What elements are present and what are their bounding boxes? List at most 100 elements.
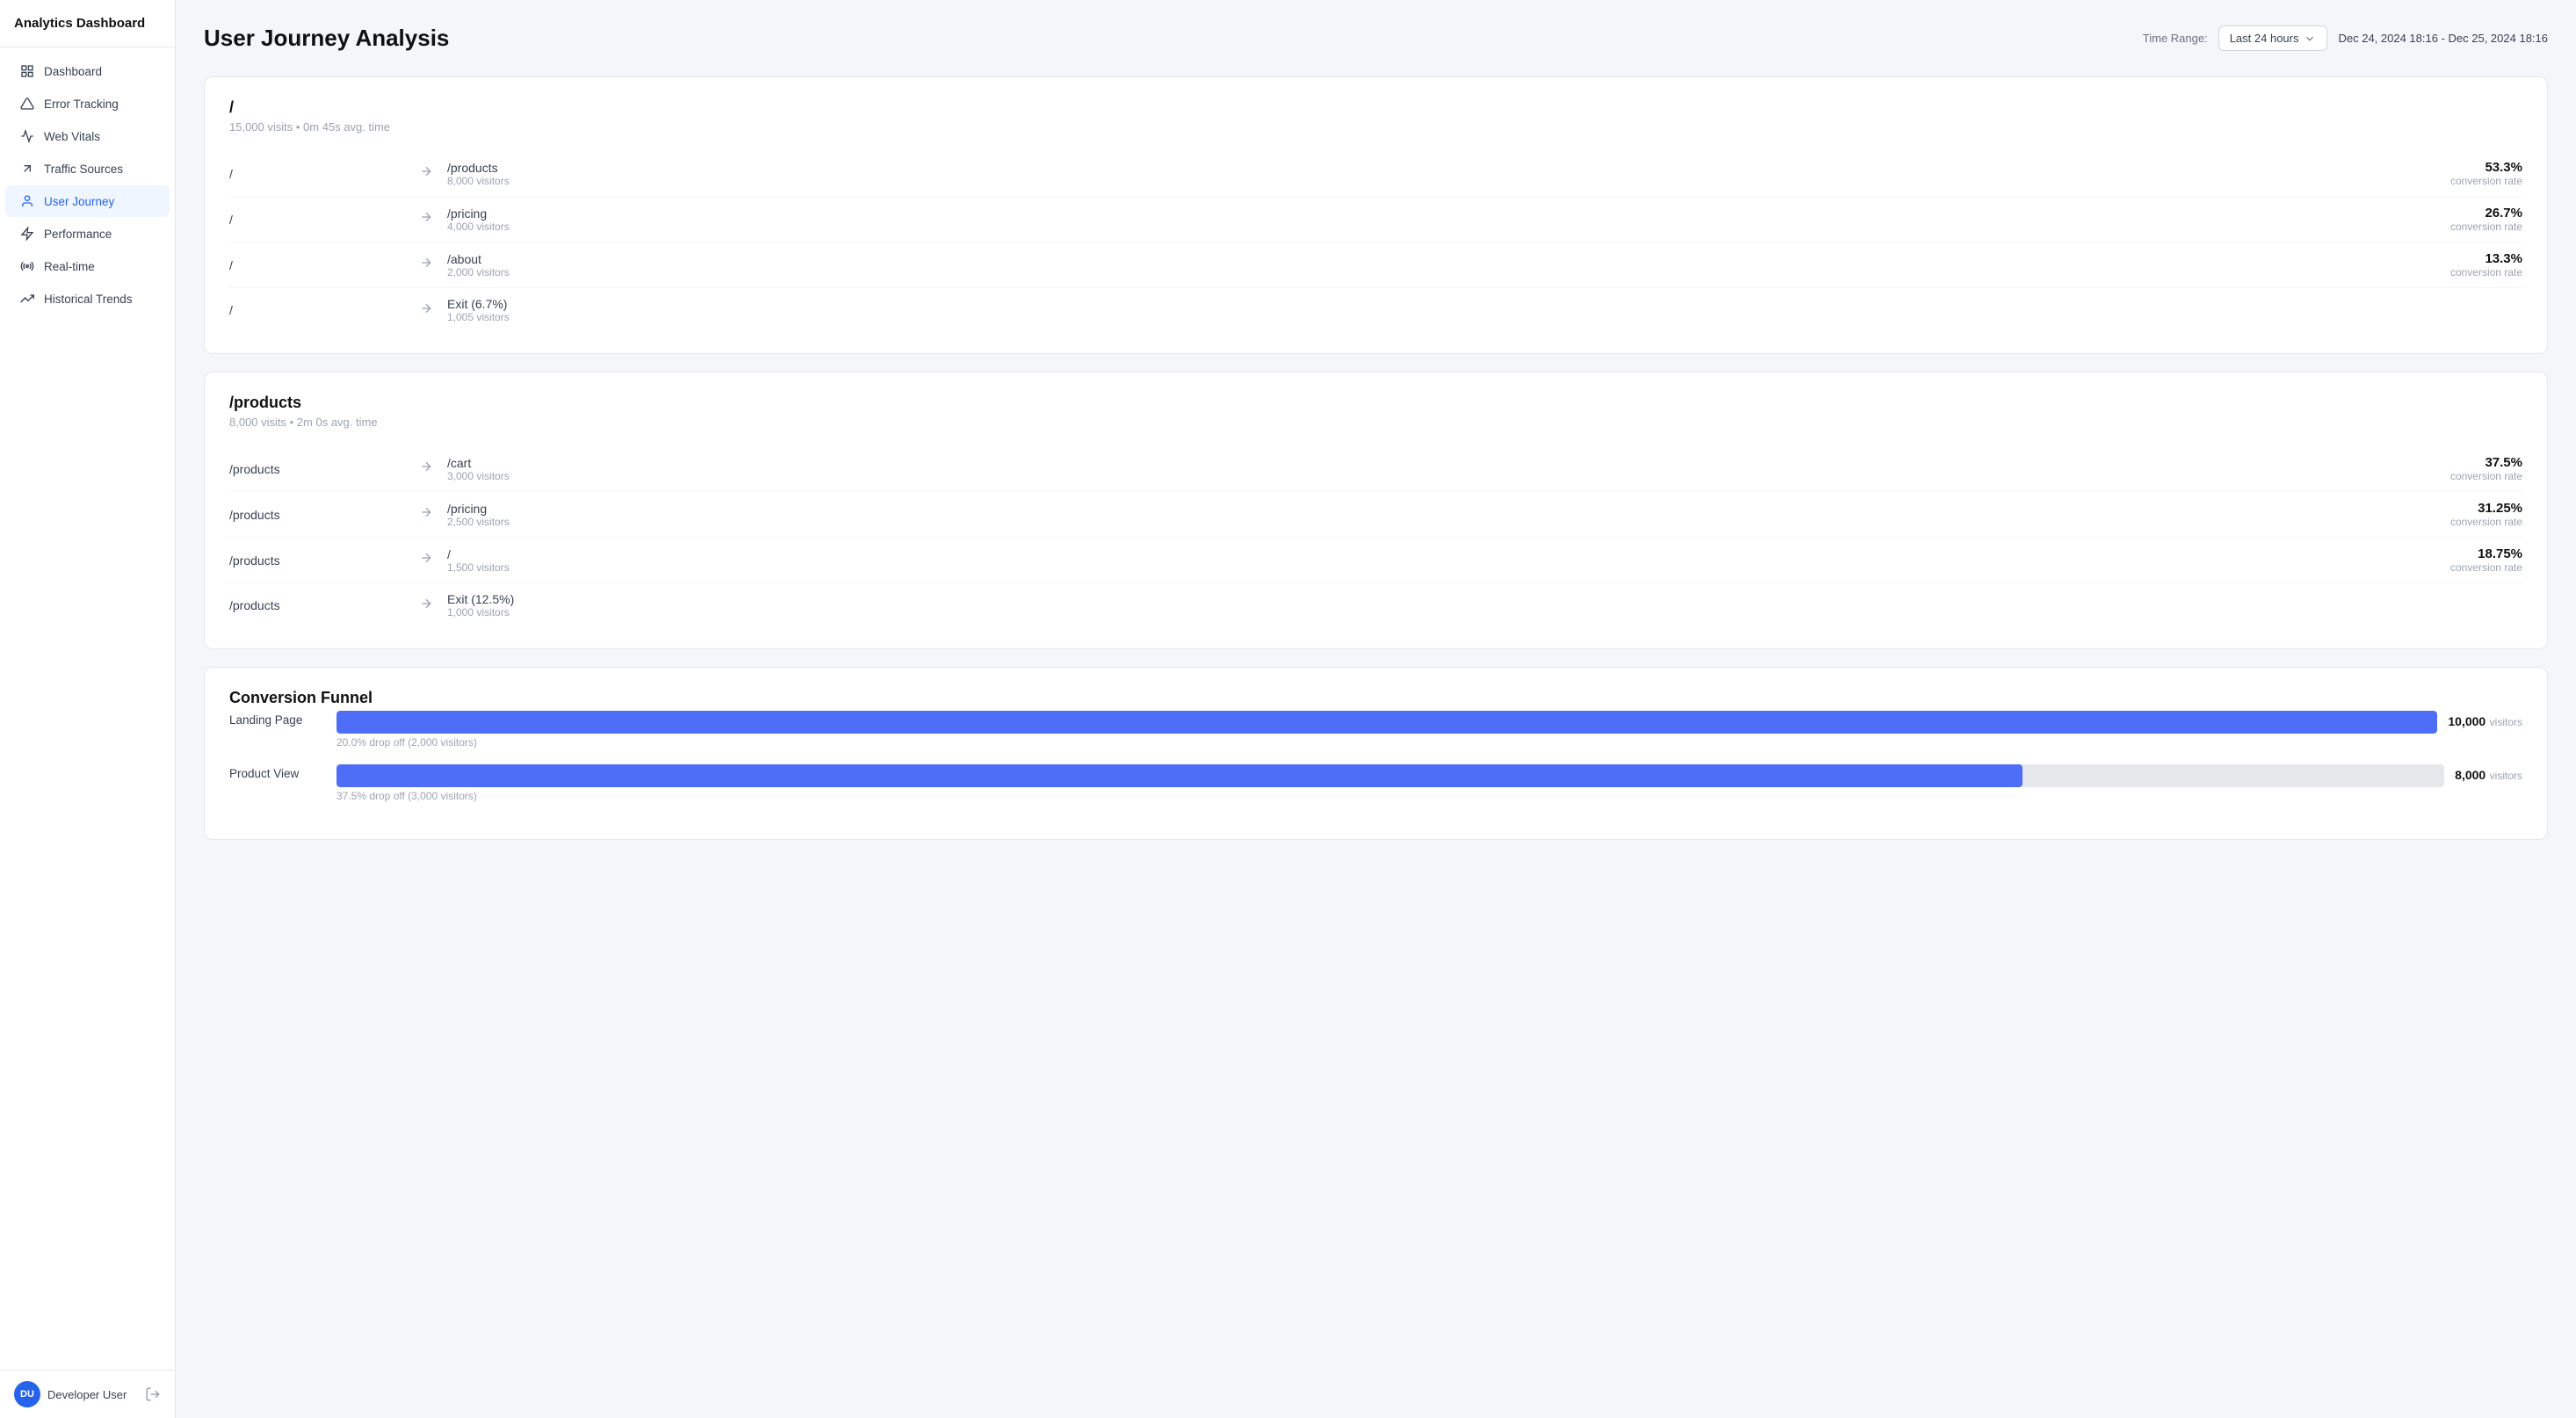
arrow-icon — [419, 505, 433, 524]
arrow-icon — [419, 164, 433, 183]
nav-label: Error Tracking — [44, 98, 119, 111]
journey-row: / /products 8,000 visitors 53.3% convers… — [229, 151, 2522, 197]
journey-sections: / 15,000 visits • 0m 45s avg. time / /pr… — [204, 76, 2548, 649]
journey-source: /products — [229, 462, 405, 476]
journey-rate: 26.7% conversion rate — [2450, 206, 2522, 233]
funnel-bar-bg — [336, 764, 2444, 787]
journey-destination: / 1,500 visitors — [447, 547, 2450, 574]
journey-rate: 31.25% conversion rate — [2450, 501, 2522, 528]
rate-label: conversion rate — [2450, 561, 2522, 574]
triangle-icon — [19, 96, 35, 112]
arrow-icon — [419, 551, 433, 569]
sidebar-item-historical-trends[interactable]: Historical Trends — [5, 283, 170, 315]
arrow-icon — [419, 597, 433, 615]
funnel-bar-row: Product View 8,000 visitors — [229, 764, 2522, 787]
time-range-label: Time Range: — [2143, 32, 2208, 45]
funnel-visitors-label: visitors — [2490, 716, 2522, 728]
sidebar-item-web-vitals[interactable]: Web Vitals — [5, 120, 170, 152]
nav-label: Real-time — [44, 260, 95, 273]
journey-source: /products — [229, 508, 405, 522]
nav-label: Historical Trends — [44, 293, 133, 306]
journey-source: / — [229, 213, 405, 227]
funnel-dropoff: 20.0% drop off (2,000 visitors) — [336, 736, 2522, 749]
date-range: Dec 24, 2024 18:16 - Dec 25, 2024 18:16 — [2338, 32, 2548, 45]
logout-button[interactable] — [145, 1386, 161, 1402]
rate-pct: 31.25% — [2450, 501, 2522, 516]
sidebar-item-traffic-sources[interactable]: Traffic Sources — [5, 153, 170, 184]
nav-label: User Journey — [44, 195, 114, 208]
time-range-value: Last 24 hours — [2230, 32, 2299, 45]
sidebar-item-error-tracking[interactable]: Error Tracking — [5, 88, 170, 119]
time-range-select[interactable]: Last 24 hours — [2218, 25, 2328, 51]
funnel-dropoff: 37.5% drop off (3,000 visitors) — [336, 790, 2522, 802]
journey-source: / — [229, 167, 405, 181]
rate-label: conversion rate — [2450, 470, 2522, 482]
journey-rate: 18.75% conversion rate — [2450, 546, 2522, 574]
grid-icon — [19, 63, 35, 79]
avatar: DU — [14, 1381, 40, 1407]
rate-label: conversion rate — [2450, 516, 2522, 528]
arrow-icon — [419, 256, 433, 274]
nav-label: Performance — [44, 228, 112, 241]
chevron-down-icon — [2304, 33, 2316, 45]
journey-row: /products Exit (12.5%) 1,000 visitors — [229, 583, 2522, 627]
dest-name: Exit (6.7%) — [447, 297, 2522, 311]
arrow-icon — [419, 301, 433, 320]
journey-source: /products — [229, 598, 405, 612]
dest-name: / — [447, 547, 2450, 561]
section-subtitle: 15,000 visits • 0m 45s avg. time — [229, 120, 2522, 134]
journey-row: /products /cart 3,000 visitors 37.5% con… — [229, 446, 2522, 492]
sidebar-item-performance[interactable]: Performance — [5, 218, 170, 250]
activity-icon — [19, 128, 35, 144]
nav-items: Dashboard Error Tracking Web Vitals Traffic… — [0, 47, 175, 1370]
journey-row: / Exit (6.7%) 1,005 visitors — [229, 288, 2522, 332]
journey-rate: 37.5% conversion rate — [2450, 455, 2522, 482]
arrow-up-right-icon — [19, 161, 35, 177]
funnel-visitors: 8,000 visitors — [2455, 768, 2522, 784]
rate-label: conversion rate — [2450, 221, 2522, 233]
funnel-visitors: 10,000 visitors — [2448, 714, 2522, 730]
funnel-step-label: Landing Page — [229, 713, 326, 727]
dest-visitors: 2,500 visitors — [447, 516, 2450, 528]
rate-label: conversion rate — [2450, 175, 2522, 187]
dest-visitors: 8,000 visitors — [447, 175, 2450, 187]
funnel-visitors-count: 10,000 — [2448, 714, 2486, 728]
journey-destination: Exit (12.5%) 1,000 visitors — [447, 592, 2522, 619]
journey-source: /products — [229, 553, 405, 568]
sidebar: Analytics Dashboard Dashboard Error Track… — [0, 0, 176, 1418]
dest-name: /pricing — [447, 206, 2450, 221]
funnel-bar-fill — [336, 711, 2437, 734]
journey-rate: 53.3% conversion rate — [2450, 160, 2522, 187]
funnel-bar-row: Landing Page 10,000 visitors — [229, 711, 2522, 734]
time-range-area: Time Range: Last 24 hours Dec 24, 2024 1… — [2143, 25, 2548, 51]
sidebar-item-dashboard[interactable]: Dashboard — [5, 55, 170, 87]
section-title: /products — [229, 394, 2522, 412]
journey-source: / — [229, 258, 405, 272]
journey-row: / /about 2,000 visitors 13.3% conversion… — [229, 242, 2522, 288]
nav-label: Web Vitals — [44, 130, 100, 143]
journey-row: /products / 1,500 visitors 18.75% conver… — [229, 538, 2522, 583]
footer-username: Developer User — [47, 1388, 127, 1401]
page-header: User Journey Analysis Time Range: Last 2… — [204, 25, 2548, 52]
rate-pct: 18.75% — [2450, 546, 2522, 561]
sidebar-item-real-time[interactable]: Real-time — [5, 250, 170, 282]
journey-destination: Exit (6.7%) 1,005 visitors — [447, 297, 2522, 323]
arrow-icon — [419, 210, 433, 228]
sidebar-item-user-journey[interactable]: User Journey — [5, 185, 170, 217]
journey-section-products: /products 8,000 visits • 2m 0s avg. time… — [204, 372, 2548, 649]
sidebar-title: Analytics Dashboard — [0, 0, 175, 47]
sidebar-footer: DU Developer User — [0, 1370, 175, 1418]
dest-visitors: 1,000 visitors — [447, 606, 2522, 619]
trending-up-icon — [19, 291, 35, 307]
dest-visitors: 4,000 visitors — [447, 221, 2450, 233]
nav-label: Dashboard — [44, 65, 102, 78]
rate-label: conversion rate — [2450, 266, 2522, 279]
rate-pct: 26.7% — [2450, 206, 2522, 221]
journey-source: / — [229, 303, 405, 317]
rate-pct: 37.5% — [2450, 455, 2522, 470]
funnel-row: Landing Page 10,000 visitors 20.0% drop … — [229, 711, 2522, 749]
dest-visitors: 3,000 visitors — [447, 470, 2450, 482]
dest-name: Exit (12.5%) — [447, 592, 2522, 606]
journey-destination: /pricing 4,000 visitors — [447, 206, 2450, 233]
rate-pct: 53.3% — [2450, 160, 2522, 175]
